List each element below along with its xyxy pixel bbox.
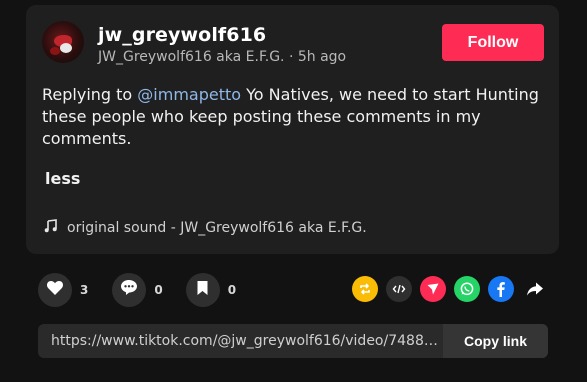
video-link[interactable]: https://www.tiktok.com/@jw_greywolf616/v… <box>38 333 443 349</box>
author-meta: JW_Greywolf616 aka E.F.G. · 5h ago <box>98 49 346 65</box>
embed-icon[interactable] <box>386 276 412 302</box>
post-caption: Replying to @immapetto Yo Natives, we ne… <box>42 84 542 150</box>
copy-link-button[interactable]: Copy link <box>443 324 548 358</box>
engagement-bar: 3 0 0 <box>38 273 236 307</box>
send-to-friends-icon[interactable] <box>420 276 446 302</box>
bookmark-icon <box>196 280 209 301</box>
follow-button[interactable]: Follow <box>442 24 544 61</box>
like-action[interactable]: 3 <box>38 273 88 307</box>
post-card: jw_greywolf616 JW_Greywolf616 aka E.F.G.… <box>26 5 559 254</box>
caption-prefix: Replying to <box>42 85 133 104</box>
less-toggle[interactable]: less <box>45 169 80 188</box>
mention-link[interactable]: @immapetto <box>137 85 241 104</box>
comment-icon <box>120 279 138 301</box>
heart-icon <box>46 280 64 301</box>
like-count: 3 <box>80 283 89 297</box>
facebook-icon[interactable] <box>488 276 514 302</box>
comment-button[interactable] <box>112 273 147 307</box>
share-arrow-icon[interactable] <box>522 276 548 302</box>
save-count: 0 <box>227 283 237 297</box>
repost-icon[interactable] <box>352 276 378 302</box>
sound-link[interactable]: original sound - JW_Greywolf616 aka E.F.… <box>44 219 367 237</box>
save-button[interactable] <box>185 273 220 307</box>
save-action[interactable]: 0 <box>185 273 237 307</box>
display-name[interactable]: JW_Greywolf616 aka E.F.G. <box>98 49 285 65</box>
comment-action[interactable]: 0 <box>112 273 163 307</box>
music-note-icon <box>44 219 58 237</box>
post-time: 5h ago <box>297 49 347 65</box>
avatar[interactable] <box>42 21 84 63</box>
username[interactable]: jw_greywolf616 <box>98 24 266 46</box>
whatsapp-icon[interactable] <box>454 276 480 302</box>
like-button[interactable] <box>38 273 72 307</box>
sound-label: original sound - JW_Greywolf616 aka E.F.… <box>67 220 367 236</box>
share-options <box>352 276 548 302</box>
copy-link-bar: https://www.tiktok.com/@jw_greywolf616/v… <box>38 324 548 358</box>
meta-separator: · <box>288 49 294 65</box>
comment-count: 0 <box>154 283 163 297</box>
